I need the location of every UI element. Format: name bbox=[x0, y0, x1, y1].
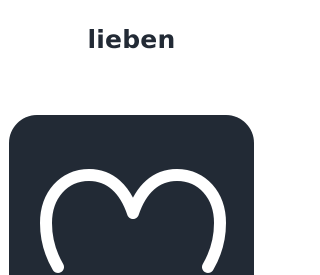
word-title: lieben bbox=[87, 25, 176, 54]
heart-icon-card[interactable] bbox=[9, 115, 254, 275]
heart-icon bbox=[9, 115, 254, 275]
